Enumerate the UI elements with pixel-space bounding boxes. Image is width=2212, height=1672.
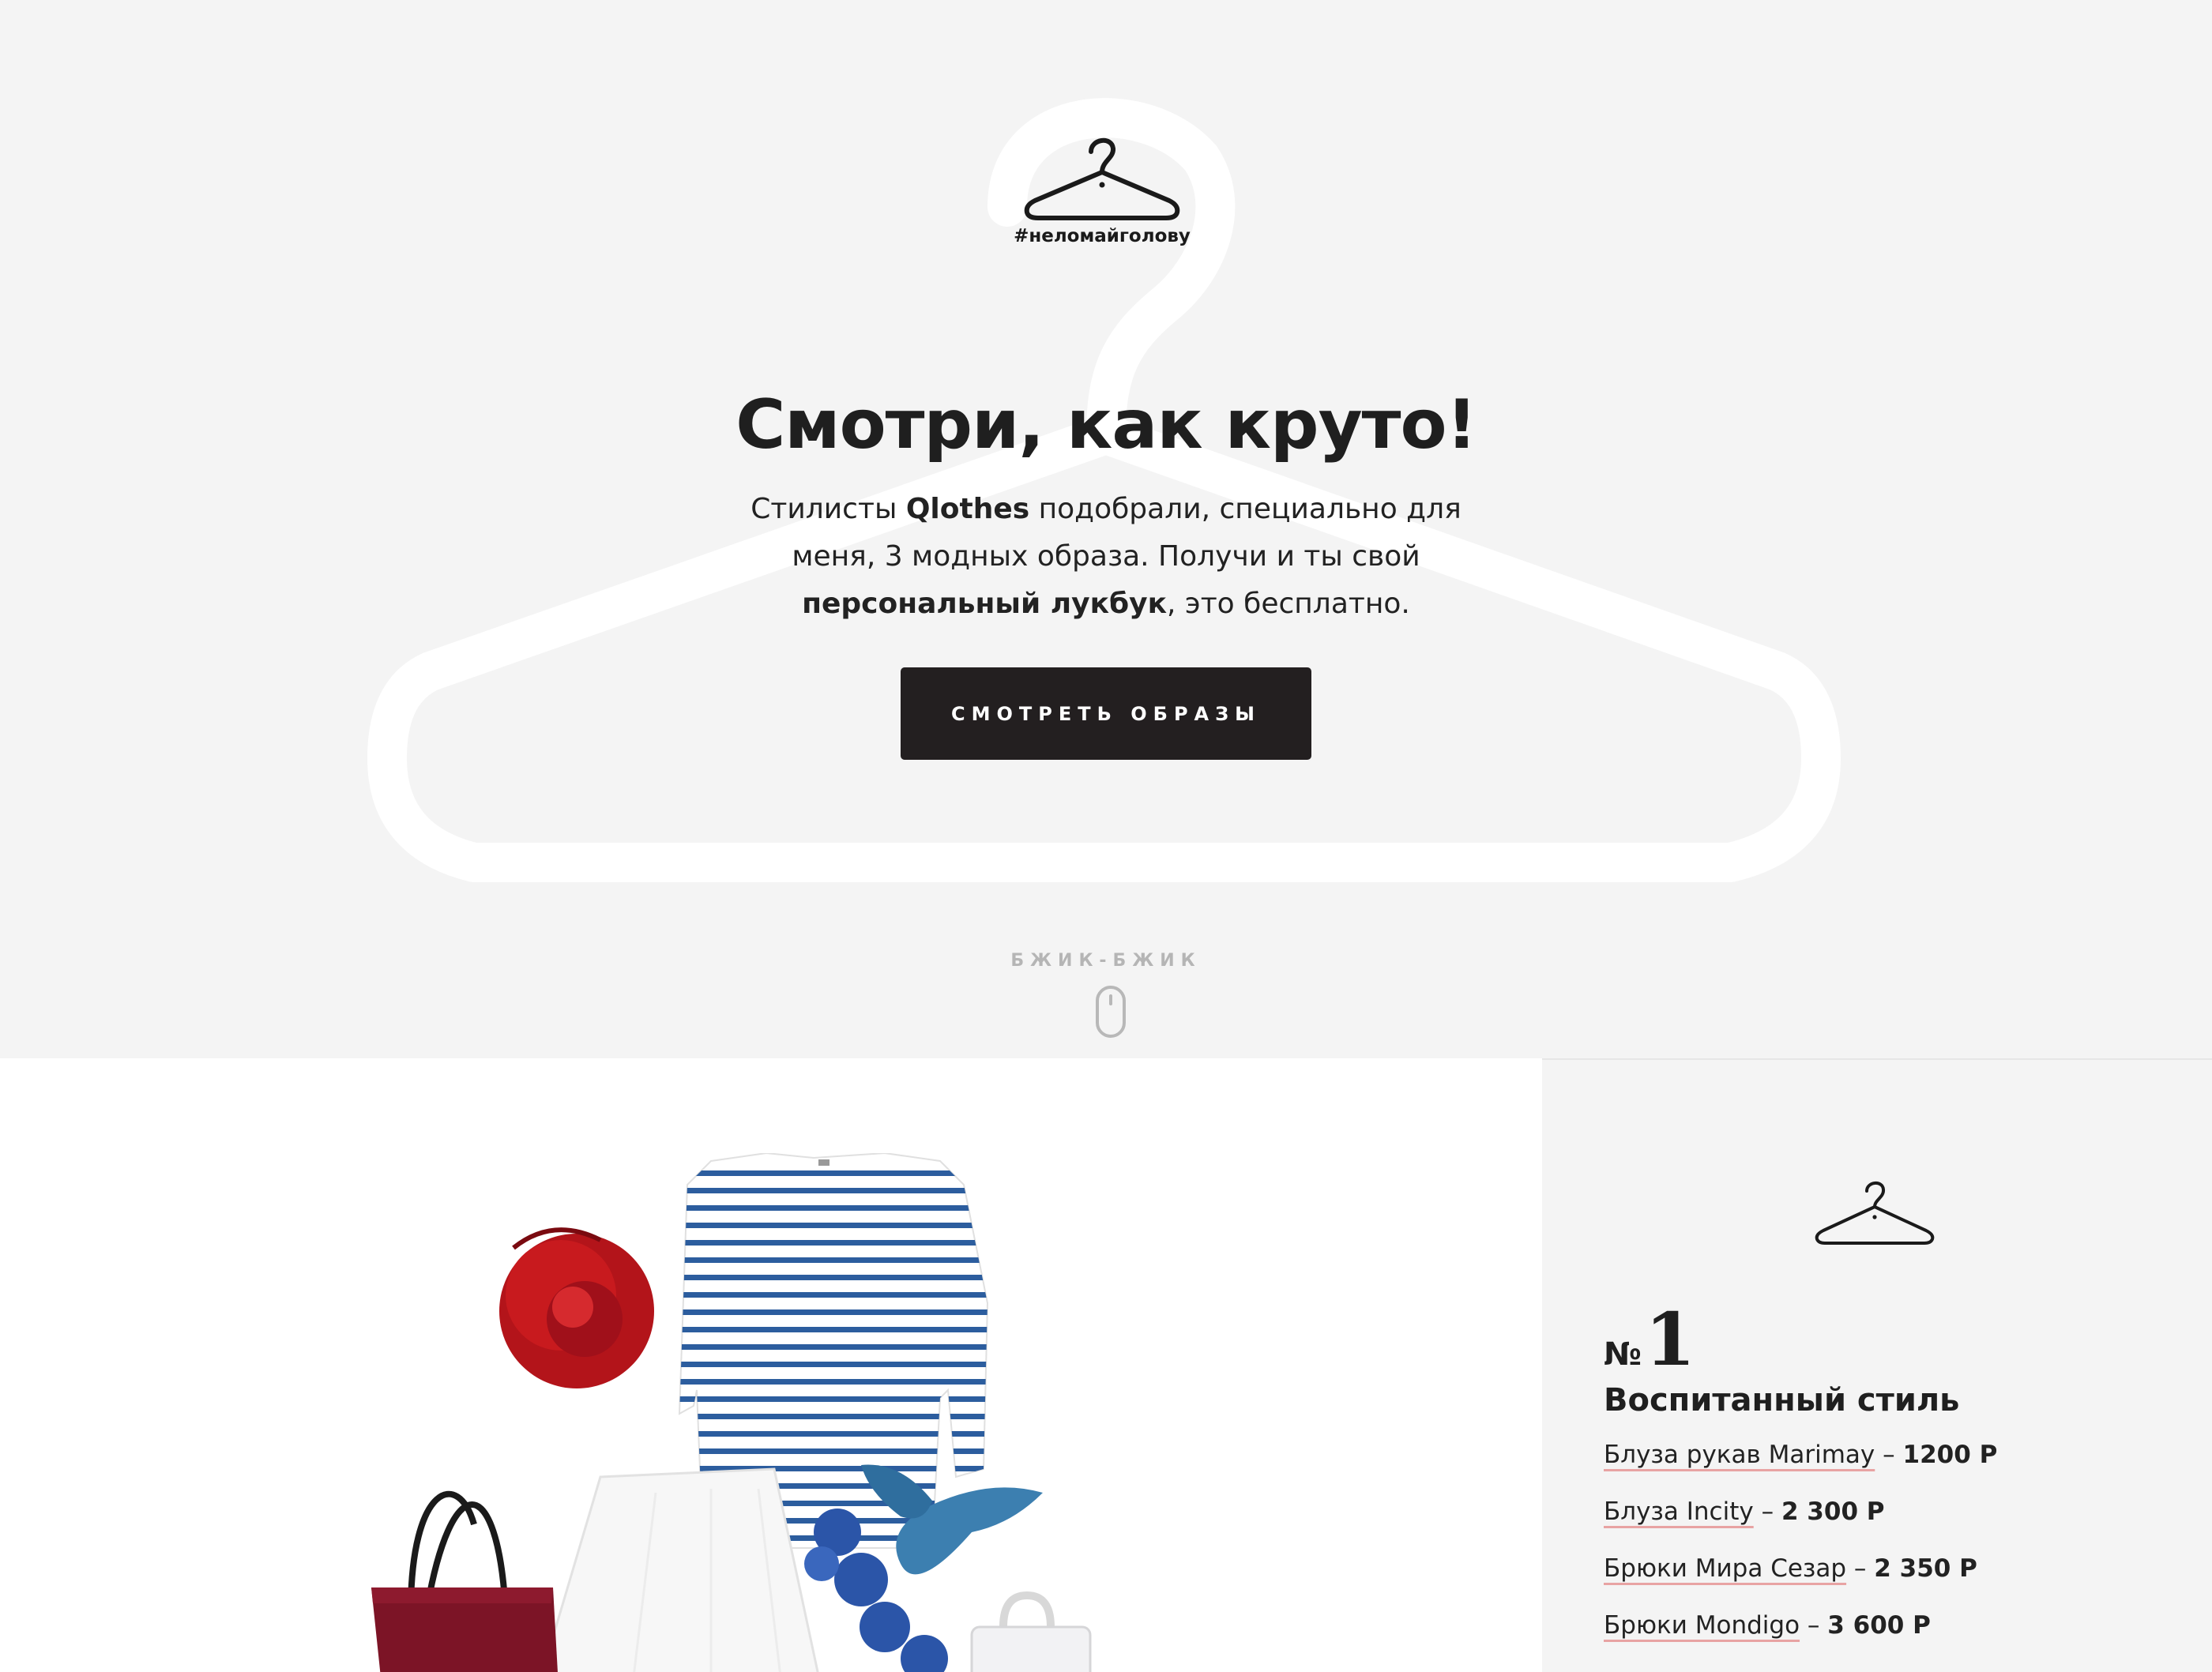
list-item: Брюки Мира Сезар – 2 350 Р [1604, 1551, 1997, 1608]
hero-emphasis: персональный лукбук [802, 588, 1168, 620]
number-value: 1 [1645, 1297, 1696, 1382]
hero-text-part3: , это бесплатно. [1167, 588, 1410, 620]
outfit-collage [371, 1153, 1092, 1672]
item-price: 2 300 Р [1781, 1497, 1885, 1526]
item-separator: – [1875, 1441, 1903, 1469]
item-link[interactable]: Блуза рукав Marimay [1604, 1441, 1875, 1469]
red-rose-image [499, 1227, 654, 1388]
hero-description: Стилисты Qlothes подобрали, специально д… [711, 486, 1501, 628]
number-symbol: № [1604, 1336, 1642, 1373]
item-separator: – [1753, 1497, 1781, 1526]
item-separator: – [1846, 1554, 1875, 1583]
brand-name: Qlothes [905, 493, 1030, 525]
list-item: Блуза Incity – 2 300 Р [1604, 1494, 1997, 1551]
white-bag-image [970, 1591, 1092, 1672]
page-title: Смотри, как круто! [735, 385, 1477, 464]
list-item: Блуза рукав Marimay – 1200 Р [1604, 1437, 1997, 1494]
look-title: Воспитанный стиль [1604, 1382, 1960, 1418]
scroll-hint-label: БЖИК-БЖИК [1010, 951, 1202, 971]
item-link[interactable]: Брюки Мира Сезар [1604, 1554, 1846, 1583]
hanger-icon [1024, 138, 1180, 220]
white-skirt-image [541, 1467, 819, 1672]
look-items-list: Блуза рукав Marimay – 1200 Р Блуза Incit… [1604, 1437, 1997, 1665]
red-bag-image [371, 1490, 558, 1672]
view-looks-button[interactable]: СМОТРЕТЬ ОБРАЗЫ [901, 667, 1311, 760]
item-separator: – [1800, 1611, 1828, 1640]
brand-hashtag: #неломайголову [1014, 226, 1191, 246]
look-collage-panel [0, 1058, 1542, 1672]
look-number: №1 [1604, 1297, 1695, 1382]
item-price: 3 600 Р [1827, 1611, 1931, 1640]
mouse-icon[interactable] [1095, 985, 1127, 1039]
look-details-panel: №1 Воспитанный стиль Блуза рукав Marimay… [1542, 1058, 2212, 1672]
hero-text-part1: Стилисты [750, 493, 906, 525]
item-price: 1200 Р [1902, 1441, 1998, 1469]
item-price: 2 350 Р [1874, 1554, 1977, 1583]
hero-section: #неломайголову Смотри, как круто! Стилис… [0, 0, 2212, 1058]
hanger-icon [1815, 1182, 1935, 1245]
list-item: Брюки Mondigo – 3 600 Р [1604, 1608, 1997, 1665]
item-link[interactable]: Блуза Incity [1604, 1497, 1754, 1526]
item-link[interactable]: Брюки Mondigo [1604, 1611, 1800, 1640]
brand-logo[interactable]: #неломайголову [1003, 133, 1201, 246]
